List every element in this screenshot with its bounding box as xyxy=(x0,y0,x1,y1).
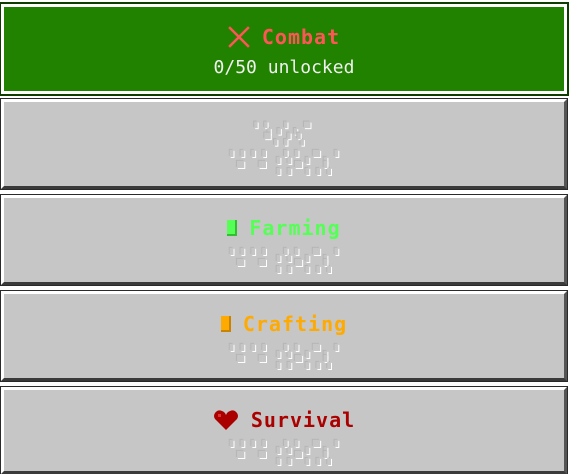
category-survival-button[interactable]: Survival ▘▝ ▘▝ ▗▝▖▘▗▝▘▖▝ ▝▘ ▝▘ ▖▗▝▘▖▗▝▖ xyxy=(0,386,568,474)
category-title-faded-2: ▝▘▖▗▘▝▖ xyxy=(260,133,308,146)
category-farming-button[interactable]: Farming ▘▝ ▘▝ ▗▝▖▘▗▝▘▖▝ ▝▘ ▝▘ ▖▗▝▘▖▗▝▖ xyxy=(0,194,568,286)
category-crafting-title-row: Crafting xyxy=(4,310,564,338)
category-title: Survival xyxy=(250,408,356,432)
category-combat-title-row: Combat xyxy=(4,23,564,51)
category-progress-faded-2: ▝▘ ▝▘ ▖▗▝▘▖▗▝▖ xyxy=(233,161,335,175)
category-crafting-button[interactable]: Crafting ▘▝ ▘▝ ▗▝▖▘▗▝▘▖▝ ▝▘ ▝▘ ▖▗▝▘▖▗▝▖ xyxy=(0,290,568,382)
category-progress-text: 0/50 unlocked xyxy=(213,57,355,78)
category-unnamed-button[interactable]: ▘▝▖▗▝ ▖▝▘ ▝▘▖▗▘▝▖ ▘▝ ▘▝ ▗▝▖▘▗▝▘▖▝ ▝▘ ▝▘ … xyxy=(0,98,568,190)
category-progress-faded-2: ▝▘ ▝▘ ▖▗▝▘▖▗▝▖ xyxy=(233,355,335,369)
category-title: Farming xyxy=(249,216,341,240)
crossed-swords-icon xyxy=(228,26,250,48)
category-title: Crafting xyxy=(242,312,348,336)
heart-icon xyxy=(213,409,239,431)
category-progress-faded-2: ▝▘ ▝▘ ▖▗▝▘▖▗▝▖ xyxy=(233,259,335,273)
green-block-icon xyxy=(227,220,238,236)
category-progress-faded-2: ▝▘ ▝▘ ▖▗▝▘▖▗▝▖ xyxy=(233,451,335,465)
orange-block-icon xyxy=(220,316,231,332)
category-survival-title-row: Survival xyxy=(4,406,564,434)
category-title: Combat xyxy=(261,25,341,49)
category-combat-button[interactable]: Combat 0/50 unlocked xyxy=(0,2,569,96)
category-farming-title-row: Farming xyxy=(4,214,564,242)
achievement-category-list: Combat 0/50 unlocked ▘▝▖▗▝ ▖▝▘ ▝▘▖▗▘▝▖ ▘… xyxy=(0,0,570,474)
